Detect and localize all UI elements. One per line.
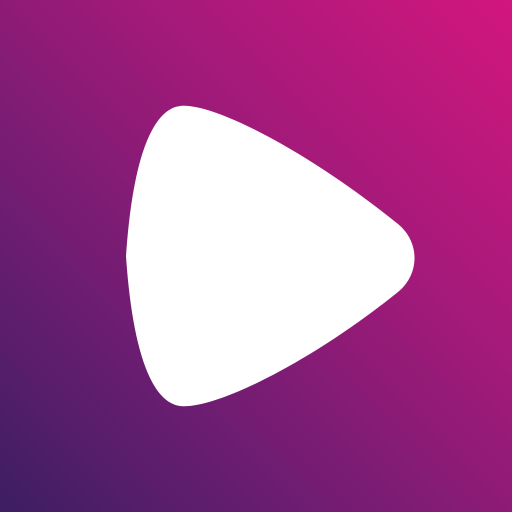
play-icon — [126, 105, 415, 407]
app-icon[interactable] — [0, 0, 512, 512]
